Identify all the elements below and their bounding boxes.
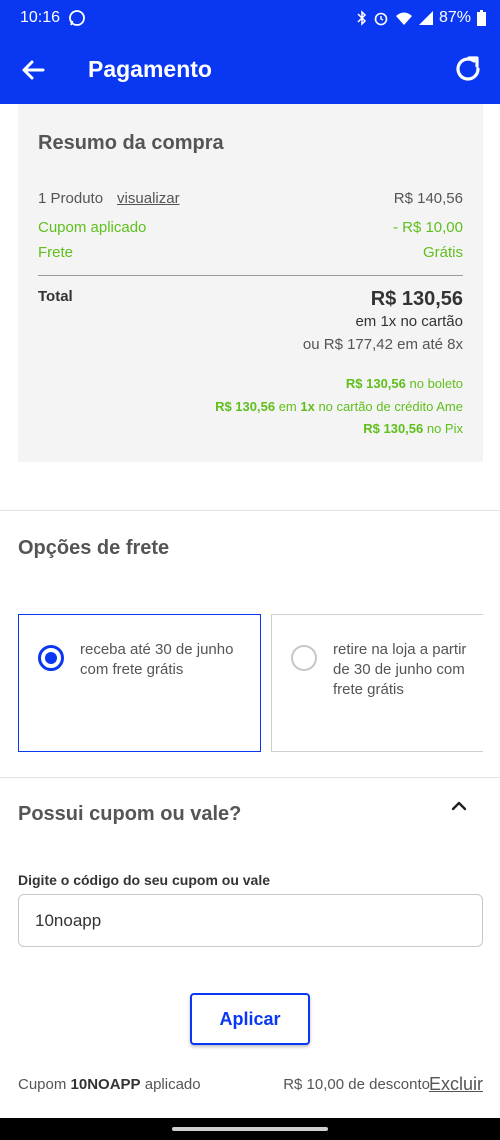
remove-coupon-link[interactable]: Excluir	[429, 1074, 483, 1095]
applied-prefix: Cupom	[18, 1076, 71, 1093]
products-row: 1 Produto visualizar	[38, 190, 180, 207]
status-bar: 10:16 87%	[0, 0, 500, 35]
products-label: 1 Produto	[38, 190, 104, 207]
view-products-link[interactable]: visualizar	[117, 190, 180, 207]
battery-icon	[477, 10, 486, 26]
ame-mid: em	[275, 399, 301, 414]
status-icons: 87%	[357, 9, 486, 27]
summary-divider	[38, 275, 463, 276]
boleto-text: no boleto	[405, 376, 464, 391]
installments-text: ou R$ 177,42 em até 8x	[302, 336, 463, 353]
apply-coupon-button[interactable]: Aplicar	[190, 993, 310, 1045]
shipping-option-text: retire na loja a partir de 30 de junho c…	[333, 641, 467, 698]
chevron-up-icon[interactable]	[449, 798, 469, 814]
applied-code: 10NOAPP	[70, 1076, 141, 1093]
coupon-field-label: Digite o código do seu cupom ou vale	[18, 872, 271, 888]
coupon-value: - R$ 10,00	[392, 219, 463, 236]
boleto-value: R$ 130,56	[345, 376, 406, 391]
ame-text: no cartão de crédito Ame	[314, 399, 463, 414]
ame-times: 1x	[300, 399, 315, 414]
pix-line: R$ 130,56 no Pix	[363, 421, 463, 436]
refresh-icon[interactable]	[452, 53, 484, 85]
radio-unselected[interactable]	[291, 645, 317, 671]
battery-percent: 87%	[438, 9, 471, 26]
app-bar: Pagamento	[0, 35, 500, 104]
coupon-applied-text: Cupom 10NOAPP aplicado	[18, 1076, 201, 1093]
ame-value: R$ 130,56	[215, 399, 276, 414]
pix-text: no Pix	[423, 421, 463, 436]
alarm-icon	[374, 12, 388, 26]
shipping-options-title: Opções de frete	[18, 537, 170, 559]
total-subtitle: em 1x no cartão	[355, 313, 463, 330]
coupon-label: Cupom aplicado	[38, 219, 147, 236]
total-label: Total	[38, 288, 73, 305]
applied-suffix: aplicado	[140, 1076, 201, 1093]
boleto-line: R$ 130,56 no boleto	[346, 376, 463, 391]
shipping-value: Grátis	[422, 244, 463, 261]
total-value: R$ 130,56	[370, 288, 463, 310]
system-navigation-bar	[0, 1118, 500, 1140]
discount-text: R$ 10,00 de desconto	[283, 1076, 430, 1093]
coupon-input[interactable]	[18, 894, 483, 947]
coupon-section-title: Possui cupom ou vale?	[18, 803, 242, 825]
ame-line: R$ 130,56 em 1x no cartão de crédito Ame	[215, 399, 463, 414]
summary-title: Resumo da compra	[38, 132, 224, 154]
shipping-option-free-delivery[interactable]: receba até 30 de junho com frete grátis	[18, 614, 261, 752]
signal-icon	[418, 11, 433, 25]
radio-selected[interactable]	[38, 645, 64, 671]
page-title: Pagamento	[88, 56, 212, 82]
shipping-option-text: receba até 30 de junho com frete grátis	[80, 641, 234, 678]
bluetooth-icon	[357, 10, 367, 26]
shipping-label: Frete	[38, 244, 74, 261]
pix-value: R$ 130,56	[363, 421, 424, 436]
status-time: 10:16	[20, 9, 61, 26]
products-value: R$ 140,56	[393, 190, 463, 207]
arrow-left-icon[interactable]	[18, 55, 48, 85]
whatsapp-icon	[69, 10, 85, 26]
purchase-summary-card: Resumo da compra 1 Produto visualizar R$ …	[18, 104, 483, 462]
section-divider	[0, 510, 500, 511]
section-divider	[0, 777, 500, 778]
wifi-icon	[395, 12, 412, 25]
home-indicator[interactable]	[172, 1127, 328, 1131]
shipping-option-store-pickup[interactable]: retire na loja a partir de 30 de junho c…	[271, 614, 483, 752]
